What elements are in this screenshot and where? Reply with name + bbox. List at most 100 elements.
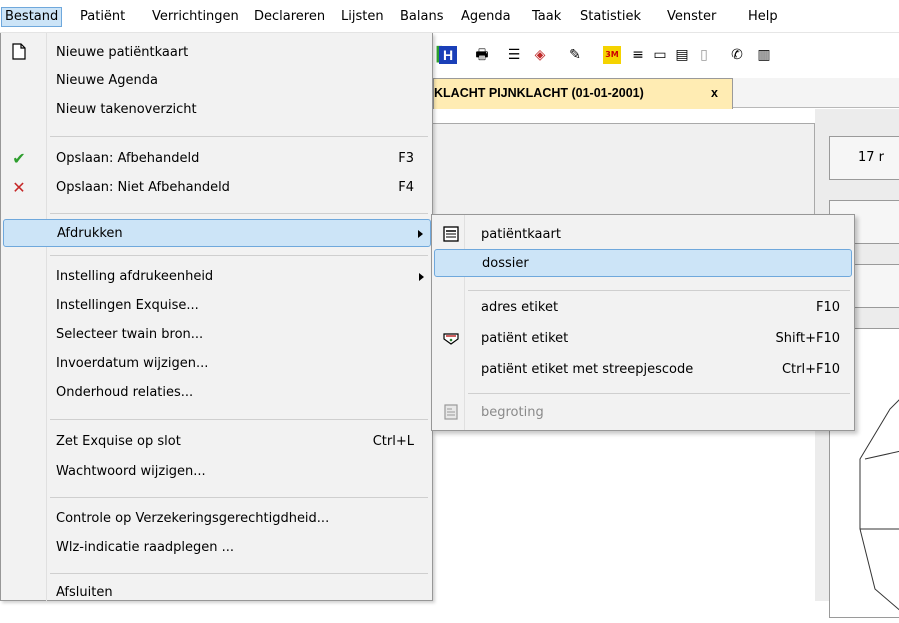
menu-item-wachtwoord-wijzigen[interactable]: Wachtwoord wijzigen... [3, 458, 431, 486]
menu-item-label: Instelling afdrukeenheid [56, 269, 214, 284]
submenu-item-label: dossier [482, 256, 529, 271]
document-tab[interactable]: KLACHT PIJNKLACHT (01-01-2001) x [433, 78, 733, 109]
submenu-item-shortcut: F10 [815, 300, 840, 315]
menu-verrichtingen[interactable]: Verrichtingen [149, 7, 242, 27]
pencil-icon[interactable]: ✎ [566, 46, 584, 64]
label-print-icon [442, 330, 460, 348]
menu-item-label: Afsluiten [56, 585, 113, 600]
toolbar: ▌ H 🖶 ☰ ◈ ✎ 3M ≡ ▭ ▤ ▯ ✆ ▥ [433, 36, 899, 76]
menu-item-label: Opslaan: Niet Afbehandeld [56, 180, 230, 195]
menu-item-shortcut: Ctrl+L [372, 434, 414, 449]
menu-separator [50, 497, 428, 498]
menu-item-label: Controle op Verzekeringsgerechtigdheid..… [56, 511, 330, 526]
submenu-item-dossier[interactable]: dossier [434, 249, 852, 277]
menu-item-label: Nieuw takenoverzicht [56, 102, 197, 117]
menu-item-controle-verzekeringsgerechtigdheid[interactable]: Controle op Verzekeringsgerechtigdheid..… [3, 505, 431, 533]
menu-item-label: Selecteer twain bron... [56, 327, 204, 342]
menu-venster[interactable]: Venster [664, 7, 719, 27]
menu-item-opslaan-niet-afbehandeld[interactable]: ✕ Opslaan: Niet Afbehandeld F4 [3, 174, 431, 202]
menu-item-zet-exquise-op-slot[interactable]: Zet Exquise op slot Ctrl+L [3, 428, 431, 456]
submenu-separator [468, 290, 850, 291]
book-icon[interactable]: ▥ [755, 46, 773, 64]
submenu-separator [468, 393, 850, 394]
menu-item-label: Invoerdatum wijzigen... [56, 356, 209, 371]
submenu-item-shortcut: Shift+F10 [775, 331, 840, 346]
menu-item-nieuwe-patientkaart[interactable]: Nieuwe patiëntkaart [3, 39, 431, 67]
submenu-item-label: patiëntkaart [481, 227, 561, 242]
menu-item-label: Zet Exquise op slot [56, 434, 181, 449]
menu-item-invoerdatum-wijzigen[interactable]: Invoerdatum wijzigen... [3, 350, 431, 378]
submenu-item-patient-etiket-streepjescode[interactable]: patiënt etiket met streepjescode Ctrl+F1… [434, 356, 852, 384]
printer-icon[interactable]: 🖶 [473, 46, 491, 64]
menu-taak[interactable]: Taak [529, 7, 564, 27]
afdrukken-submenu: patiëntkaart dossier adres etiket F10 pa… [431, 214, 855, 431]
menu-item-label: Nieuwe patiëntkaart [56, 45, 189, 60]
submenu-item-begroting: begroting [434, 399, 852, 427]
submenu-item-label: adres etiket [481, 300, 559, 315]
menu-item-label: Wachtwoord wijzigen... [56, 464, 206, 479]
menu-item-shortcut: F4 [398, 180, 414, 195]
right-box-1-text: 17 r [858, 150, 885, 165]
submenu-item-patient-etiket[interactable]: patiënt etiket Shift+F10 [434, 325, 852, 353]
doc-icon[interactable]: ▯ [695, 46, 713, 64]
menu-item-label: Nieuwe Agenda [56, 73, 158, 88]
menu-item-label: Instellingen Exquise... [56, 298, 199, 313]
menu-bar: Bestand Patiënt Verrichtingen Declareren… [0, 0, 899, 33]
menu-item-label: Wlz-indicatie raadplegen ... [56, 540, 235, 555]
bestand-menu: Nieuwe patiëntkaart Nieuwe Agenda Nieuw … [0, 33, 433, 601]
menu-separator [50, 419, 428, 420]
submenu-item-label: patiënt etiket [481, 331, 569, 346]
label-icon[interactable]: ◈ [531, 46, 549, 64]
submenu-arrow-icon [419, 273, 424, 281]
menu-item-opslaan-afbehandeld[interactable]: ✔ Opslaan: Afbehandeld F3 [3, 145, 431, 173]
content-panel [433, 123, 815, 215]
right-box-1[interactable]: 17 r [829, 136, 899, 180]
document-tab-strip: KLACHT PIJNKLACHT (01-01-2001) x [433, 78, 899, 109]
document-tab-label: KLACHT PIJNKLACHT (01-01-2001) [434, 86, 644, 100]
submenu-item-label: begroting [481, 405, 544, 420]
menu-help[interactable]: Help [745, 7, 781, 27]
document-disabled-icon [442, 404, 460, 422]
menu-item-shortcut: F3 [398, 151, 414, 166]
red-x-icon: ✕ [12, 178, 26, 197]
menu-balans[interactable]: Balans [397, 7, 446, 27]
folder-icon[interactable]: ▤ [673, 46, 691, 64]
menu-item-nieuwe-agenda[interactable]: Nieuwe Agenda [3, 67, 431, 95]
checkmark-icon: ✔ [12, 149, 26, 168]
menu-separator [50, 136, 428, 137]
menu-item-instellingen-exquise[interactable]: Instellingen Exquise... [3, 292, 431, 320]
submenu-item-label: patiënt etiket met streepjescode [481, 362, 694, 377]
menu-patient[interactable]: Patiënt [77, 7, 128, 27]
menu-item-instelling-afdrukeenheid[interactable]: Instelling afdrukeenheid [3, 263, 431, 291]
form-icon[interactable]: ▭ [651, 46, 669, 64]
menu-separator [50, 573, 428, 574]
menu-separator [50, 255, 428, 256]
menu-statistiek[interactable]: Statistiek [577, 7, 644, 27]
card-list-icon [442, 226, 460, 244]
menu-item-selecteer-twain-bron[interactable]: Selecteer twain bron... [3, 321, 431, 349]
submenu-item-adres-etiket[interactable]: adres etiket F10 [434, 294, 852, 322]
list-icon[interactable]: ☰ [505, 46, 523, 64]
submenu-arrow-icon [418, 230, 423, 238]
new-document-icon [8, 43, 30, 63]
h-icon[interactable]: H [439, 46, 457, 64]
submenu-item-patientkaart[interactable]: patiëntkaart [434, 221, 852, 249]
3m-icon[interactable]: 3M [603, 46, 621, 64]
menu-item-onderhoud-relaties[interactable]: Onderhoud relaties... [3, 379, 431, 407]
stack-icon[interactable]: ≡ [629, 46, 647, 64]
menu-declareren[interactable]: Declareren [251, 7, 328, 27]
menu-item-label: Afdrukken [57, 226, 123, 241]
close-tab-icon[interactable]: x [711, 79, 718, 107]
menu-item-nieuw-takenoverzicht[interactable]: Nieuw takenoverzicht [3, 96, 431, 124]
submenu-item-shortcut: Ctrl+F10 [781, 362, 840, 377]
menu-item-afdrukken[interactable]: Afdrukken [3, 219, 431, 247]
phone-icon[interactable]: ✆ [728, 46, 746, 64]
menu-item-afsluiten[interactable]: Afsluiten [3, 579, 431, 607]
menu-item-label: Onderhoud relaties... [56, 385, 194, 400]
menu-bestand[interactable]: Bestand [1, 7, 63, 27]
menu-lijsten[interactable]: Lijsten [338, 7, 387, 27]
menu-separator [50, 213, 428, 214]
menu-item-wlz-indicatie-raadplegen[interactable]: Wlz-indicatie raadplegen ... [3, 534, 431, 562]
menu-item-label: Opslaan: Afbehandeld [56, 151, 200, 166]
menu-agenda[interactable]: Agenda [458, 7, 514, 27]
